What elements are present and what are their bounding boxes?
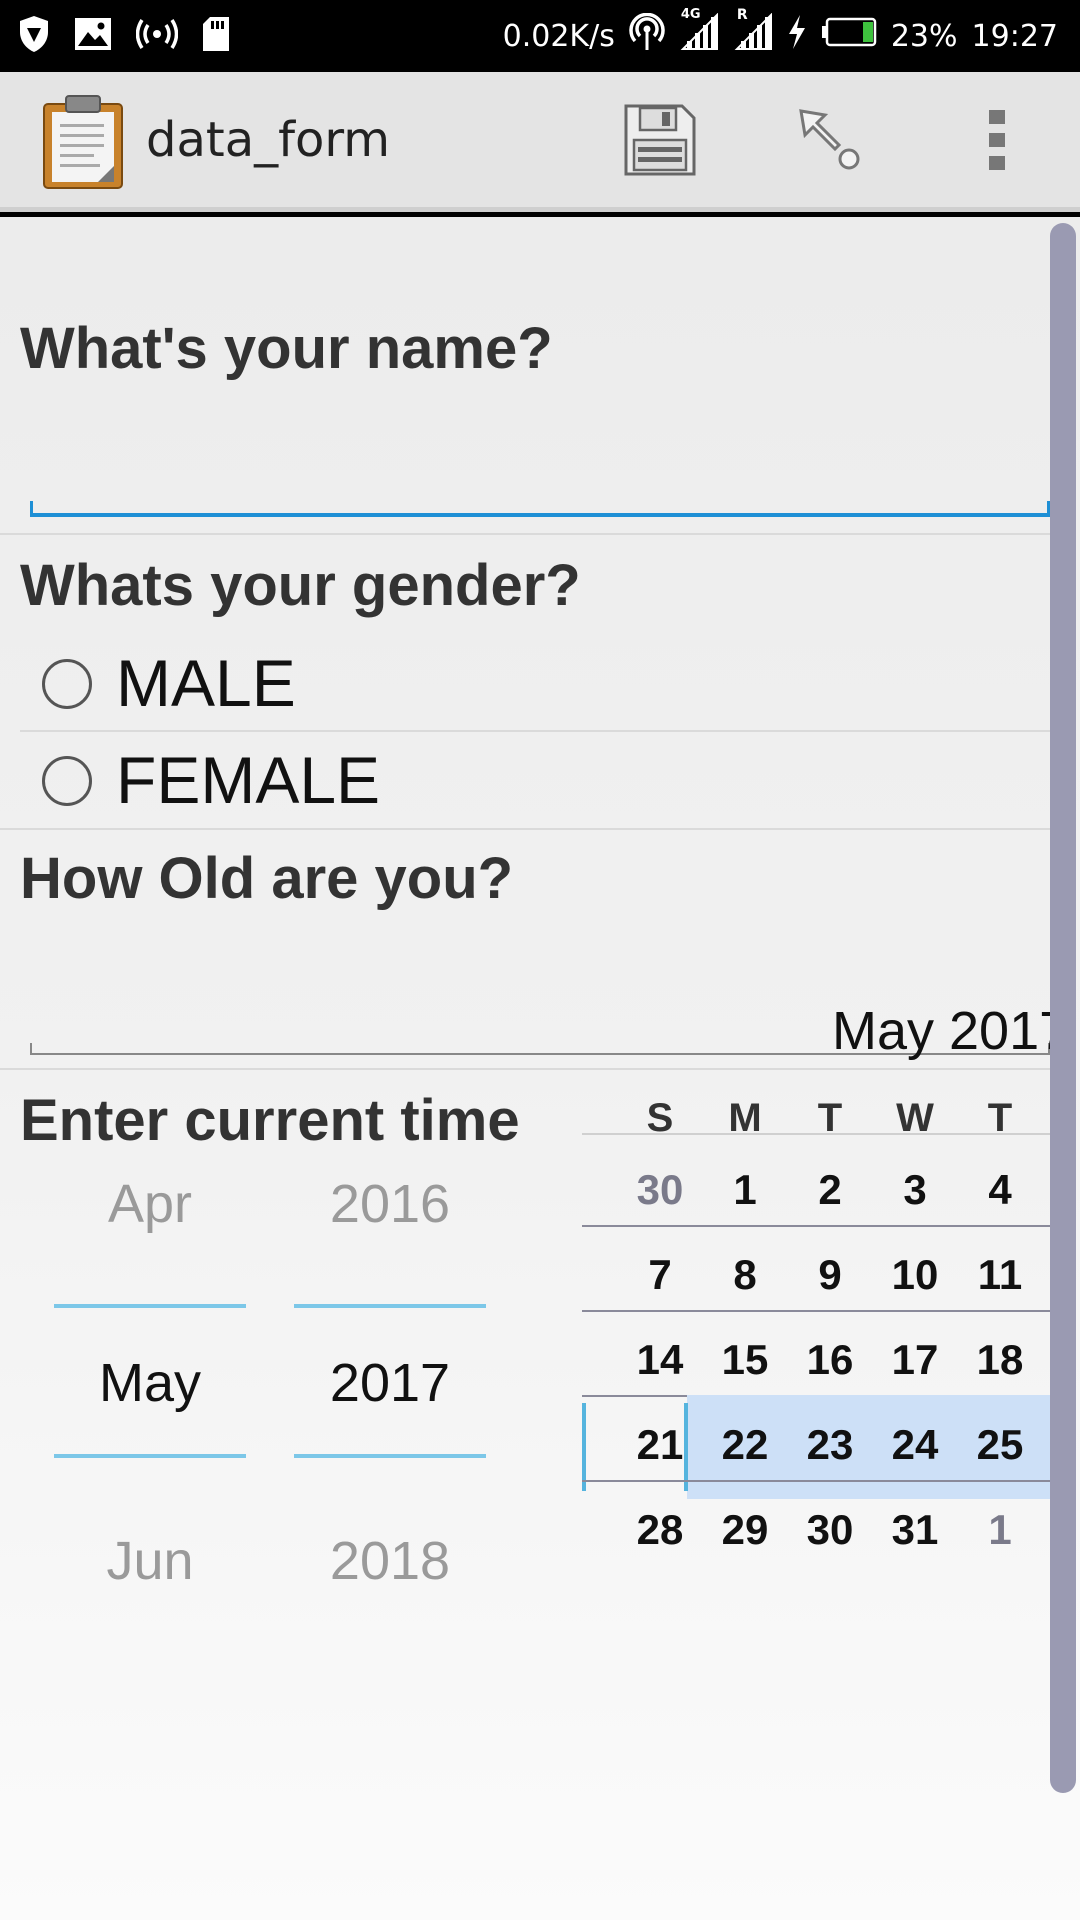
month-spinner[interactable]: Apr May Jun bbox=[54, 217, 246, 1920]
pointer-button[interactable] bbox=[790, 102, 870, 182]
year-spinner[interactable]: 2016 2017 2018 bbox=[294, 217, 486, 1920]
pointer-icon bbox=[795, 105, 865, 179]
calendar-day[interactable]: 25 bbox=[950, 1421, 1050, 1469]
shield-icon bbox=[18, 14, 50, 58]
clipboard-icon bbox=[40, 94, 126, 190]
roaming-label: R bbox=[736, 7, 748, 23]
calendar-day[interactable]: 4 bbox=[950, 1166, 1050, 1214]
selected-week-marker bbox=[582, 1403, 586, 1491]
image-icon bbox=[74, 17, 112, 55]
status-left-icons bbox=[18, 14, 230, 58]
hotspot-icon bbox=[629, 12, 665, 59]
network-type-label: 4G bbox=[680, 7, 701, 22]
year-prev[interactable]: 2016 bbox=[294, 1173, 486, 1235]
year-selected[interactable]: 2017 bbox=[294, 1352, 486, 1414]
form-content: What's your name? Whats your gender? MAL… bbox=[0, 217, 1080, 1920]
month-prev[interactable]: Apr bbox=[54, 1173, 246, 1235]
month-next[interactable]: Jun bbox=[54, 1530, 246, 1592]
scrollbar[interactable] bbox=[1050, 223, 1076, 1793]
year-next[interactable]: 2018 bbox=[294, 1530, 486, 1592]
signal-icon: 4G bbox=[679, 7, 719, 59]
app-title: data_form bbox=[146, 112, 391, 168]
broadcast-icon bbox=[135, 17, 179, 55]
calendar-view[interactable]: May 2017 SMTWT 30 1 2 3 4 7 8 9 10 11 14 15 16 17 18 21… bbox=[582, 217, 1060, 1920]
spinner-line bbox=[54, 1454, 246, 1458]
calendar-day[interactable]: 1 bbox=[950, 1506, 1050, 1554]
calendar-day[interactable]: 18 bbox=[950, 1336, 1050, 1384]
calendar-divider bbox=[582, 1133, 1060, 1135]
clock: 19:27 bbox=[971, 18, 1058, 54]
status-bar: 0.02K/s 4G R 23% 19:27 bbox=[0, 0, 1080, 72]
spinner-line bbox=[294, 1304, 486, 1308]
app-toolbar: data_form bbox=[0, 72, 1080, 212]
network-speed: 0.02K/s bbox=[502, 18, 615, 54]
calendar-week-row: 28 29 30 31 1 bbox=[582, 1480, 1060, 1584]
overflow-menu-button[interactable] bbox=[957, 102, 1037, 182]
calendar-day[interactable]: 11 bbox=[950, 1251, 1050, 1299]
signal-roaming-icon: R bbox=[733, 7, 773, 59]
spinner-line bbox=[54, 1304, 246, 1308]
overflow-menu-icon bbox=[987, 108, 1007, 176]
save-icon bbox=[622, 102, 698, 182]
save-button[interactable] bbox=[620, 102, 700, 182]
sd-card-icon bbox=[202, 16, 230, 56]
battery-icon bbox=[821, 17, 877, 55]
charging-icon bbox=[787, 14, 807, 58]
status-right: 0.02K/s 4G R 23% 19:27 bbox=[503, 0, 1058, 72]
month-selected[interactable]: May bbox=[54, 1352, 246, 1414]
battery-percent: 23% bbox=[890, 18, 958, 54]
calendar-month-title: May 2017 bbox=[832, 1001, 1060, 1061]
spinner-line bbox=[294, 1454, 486, 1458]
